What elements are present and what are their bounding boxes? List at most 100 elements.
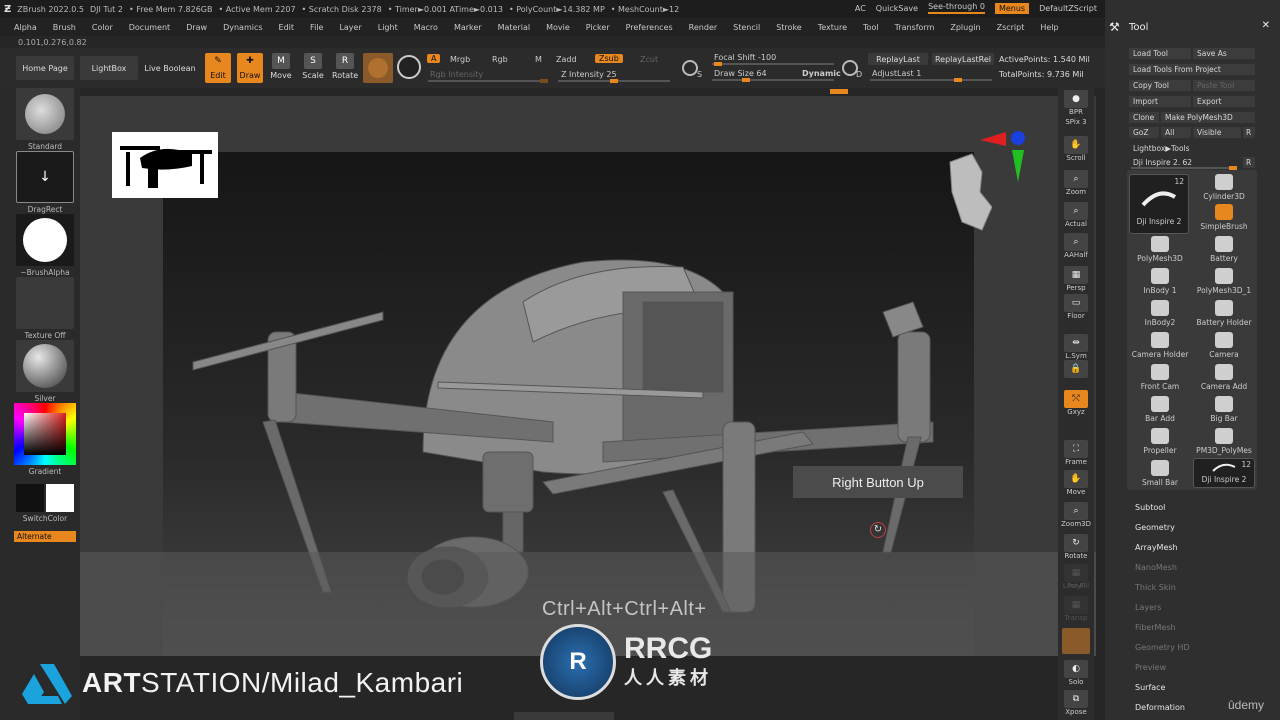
current-tool-r-button[interactable]: R	[1243, 157, 1255, 168]
lsym-button[interactable]: ⇹ L.Sym	[1060, 334, 1092, 360]
bpr-button[interactable]: ● BPR	[1060, 90, 1092, 116]
tool-cell[interactable]: Propeller	[1129, 428, 1191, 458]
z-intensity-track[interactable]	[558, 79, 670, 83]
stroke-selector[interactable]: ↓ DragRect	[14, 151, 76, 214]
goz-all-button[interactable]: All	[1161, 127, 1191, 138]
lightbox-button[interactable]: LightBox	[80, 56, 138, 80]
section-surface[interactable]: Surface	[1135, 683, 1165, 692]
xpose-button[interactable]: ⧉ Xpose	[1060, 690, 1092, 716]
zsub-button[interactable]: Zsub	[595, 54, 623, 63]
mrgb-button[interactable]: Mrgb	[450, 55, 470, 64]
tool-cell[interactable]: PM3D_PolyMes	[1193, 428, 1255, 458]
aahalf-button[interactable]: ⌕ AAHalf	[1060, 233, 1092, 259]
draw-button[interactable]: ✚ Draw	[237, 53, 263, 83]
menu-brush[interactable]: Brush	[53, 23, 76, 32]
see-through-slider[interactable]: See-through 0	[928, 2, 985, 14]
color-picker[interactable]: Gradient	[14, 403, 76, 476]
menu-draw[interactable]: Draw	[186, 23, 207, 32]
edit-button[interactable]: ✎ Edit	[205, 53, 231, 83]
menu-layer[interactable]: Layer	[339, 23, 361, 32]
menu-material[interactable]: Material	[498, 23, 531, 32]
tool-cell[interactable]: Small Bar	[1129, 460, 1191, 490]
ac-button[interactable]: AC	[855, 4, 866, 13]
focal-shift-track[interactable]	[712, 62, 834, 66]
tool-cell[interactable]: Bar Add	[1129, 396, 1191, 426]
menu-stencil[interactable]: Stencil	[733, 23, 760, 32]
quicksave-button[interactable]: QuickSave	[876, 4, 918, 13]
alpha-selector[interactable]: ~BrushAlpha	[14, 214, 76, 277]
replaylast-button[interactable]: ReplayLast	[868, 53, 928, 65]
menu-light[interactable]: Light	[378, 23, 398, 32]
menu-stroke[interactable]: Stroke	[776, 23, 802, 32]
texture-selector[interactable]: Texture Off	[14, 277, 76, 340]
copy-tool-button[interactable]: Copy Tool	[1129, 80, 1191, 91]
alternate-button[interactable]: Alternate	[14, 531, 76, 542]
z-intensity-slider[interactable]: Z Intensity 25	[561, 70, 617, 79]
secondary-color-swatch[interactable]	[46, 484, 74, 512]
menu-help[interactable]: Help	[1040, 23, 1058, 32]
switch-color[interactable]: SwitchColor	[14, 484, 76, 523]
tool-cell[interactable]: Big Bar	[1193, 396, 1255, 426]
dynamic-button[interactable]: Dynamic	[802, 69, 841, 78]
focal-shift-slider[interactable]: Focal Shift -100	[714, 53, 776, 62]
close-icon[interactable]: ✕	[1262, 20, 1270, 31]
adjustlast-slider[interactable]: AdjustLast 1	[872, 69, 921, 78]
tool-cell[interactable]: Camera Add	[1193, 364, 1255, 394]
menu-transform[interactable]: Transform	[895, 23, 935, 32]
tool-cell[interactable]: PolyMesh3D	[1129, 236, 1191, 266]
section-deformation[interactable]: Deformation	[1135, 703, 1185, 712]
timeline-marker[interactable]	[830, 89, 848, 94]
load-tool-button[interactable]: Load Tool	[1129, 48, 1191, 59]
replaylastrel-button[interactable]: ReplayLastRel	[932, 53, 994, 65]
primary-color-swatch[interactable]	[16, 484, 44, 512]
paste-tool-button[interactable]: Paste Tool	[1193, 80, 1255, 91]
section-fibermesh[interactable]: FiberMesh	[1135, 623, 1176, 632]
tool-panel-header[interactable]: ⚒ Tool ✕	[1105, 14, 1280, 40]
section-layers[interactable]: Layers	[1135, 603, 1161, 612]
axis-gizmo-icon[interactable]	[980, 126, 1030, 186]
menu-document[interactable]: Document	[129, 23, 170, 32]
section-arraymesh[interactable]: ArrayMesh	[1135, 543, 1178, 552]
strip-material-swatch[interactable]	[1062, 628, 1090, 654]
lock-button[interactable]: 🔒	[1060, 360, 1092, 378]
section-preview[interactable]: Preview	[1135, 663, 1166, 672]
floor-button[interactable]: ▭ Floor	[1060, 294, 1092, 320]
tool-cell[interactable]: Battery	[1193, 236, 1255, 266]
alpha-swirl-icon[interactable]	[397, 55, 421, 79]
scroll-button[interactable]: ✋ Scroll	[1060, 136, 1092, 162]
move-button[interactable]: M Move	[268, 53, 294, 83]
menu-file[interactable]: File	[310, 23, 323, 32]
m-button[interactable]: M	[535, 55, 542, 64]
draw-size-slider[interactable]: Draw Size 64	[714, 69, 767, 78]
menu-zplugin[interactable]: Zplugin	[950, 23, 980, 32]
section-nanomesh[interactable]: NanoMesh	[1135, 563, 1177, 572]
tool-cell[interactable]: Camera Holder	[1129, 332, 1191, 362]
menu-edit[interactable]: Edit	[279, 23, 295, 32]
zoom3d-button[interactable]: ⌕ Zoom3D	[1060, 502, 1092, 528]
load-tools-from-project-button[interactable]: Load Tools From Project	[1129, 64, 1255, 75]
tool-cell[interactable]: Cylinder3D	[1193, 174, 1255, 204]
menu-color[interactable]: Color	[92, 23, 113, 32]
menu-render[interactable]: Render	[689, 23, 717, 32]
menu-marker[interactable]: Marker	[454, 23, 482, 32]
lightbox-tools-button[interactable]: Lightbox▶Tools	[1129, 143, 1255, 154]
rgb-intensity-slider[interactable]: Rgb Intensity	[430, 70, 483, 79]
clone-button[interactable]: Clone	[1129, 112, 1159, 123]
tool-cell[interactable]: PolyMesh3D_1	[1193, 268, 1255, 298]
rgb-intensity-track[interactable]	[428, 79, 548, 83]
menu-dynamics[interactable]: Dynamics	[223, 23, 262, 32]
home-page-button[interactable]: Home Page	[16, 56, 74, 80]
zoom-button[interactable]: ⌕ Zoom	[1060, 170, 1092, 196]
menu-zscript[interactable]: Zscript	[997, 23, 1025, 32]
spix-button[interactable]: SPix 3	[1060, 118, 1092, 126]
goz-r-button[interactable]: R	[1243, 127, 1255, 138]
import-button[interactable]: Import	[1129, 96, 1191, 107]
viewport[interactable]	[80, 96, 1096, 656]
zadd-button[interactable]: Zadd	[556, 55, 577, 64]
material-selector[interactable]: Silver	[14, 340, 76, 403]
polyf-button[interactable]: PolyF	[1060, 582, 1092, 590]
persp-button[interactable]: ▦ Persp	[1060, 266, 1092, 292]
frame-button[interactable]: ⛶ Frame	[1060, 440, 1092, 466]
menus-button[interactable]: Menus	[994, 2, 1030, 14]
default-zscript-button[interactable]: DefaultZScript	[1039, 4, 1097, 13]
